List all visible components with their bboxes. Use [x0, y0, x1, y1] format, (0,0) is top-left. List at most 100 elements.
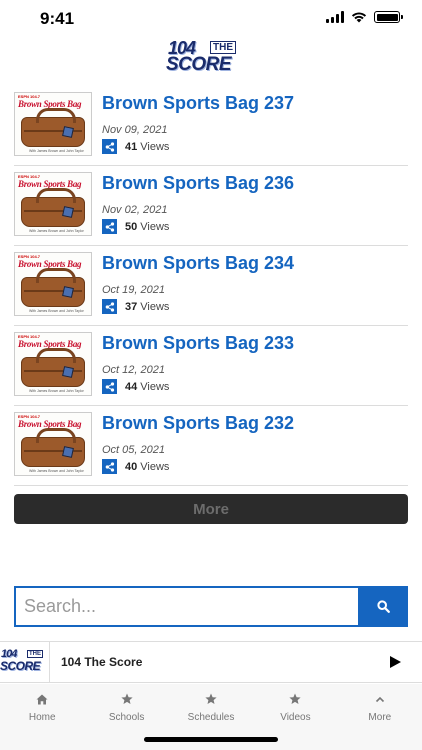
- search-button[interactable]: [358, 586, 408, 627]
- episode-title[interactable]: Brown Sports Bag 236: [102, 172, 408, 194]
- play-button[interactable]: [380, 647, 410, 677]
- episode-title[interactable]: Brown Sports Bag 233: [102, 332, 408, 354]
- star-icon: [289, 693, 302, 704]
- bag-tag: [62, 286, 74, 298]
- list-item[interactable]: ESPN 104.7 Brown Sports Bag With James B…: [14, 406, 408, 486]
- cellular-signal-icon: [326, 11, 344, 23]
- list-item[interactable]: ESPN 104.7 Brown Sports Bag With James B…: [14, 86, 408, 166]
- search-input[interactable]: [14, 586, 358, 627]
- thumbnail-caption: With James Brown and John Taylor: [29, 309, 84, 313]
- episode-thumbnail[interactable]: ESPN 104.7 Brown Sports Bag With James B…: [14, 92, 92, 156]
- status-bar: 9:41: [0, 0, 422, 36]
- home-icon: [36, 694, 48, 704]
- thumbnail-caption: With James Brown and John Taylor: [29, 149, 84, 153]
- logo-score: SCORE: [0, 658, 41, 673]
- episode-title[interactable]: Brown Sports Bag 234: [102, 252, 408, 274]
- views-count: 37: [125, 300, 138, 313]
- thumbnail-caption: With James Brown and John Taylor: [29, 469, 84, 473]
- battery-icon: [374, 11, 403, 23]
- bag-tag: [62, 206, 74, 218]
- bag-image: [21, 268, 85, 307]
- bag-image: [21, 108, 85, 147]
- episode-date: Oct 12, 2021: [102, 364, 165, 376]
- tab-home[interactable]: Home: [0, 684, 84, 750]
- share-icon: [105, 381, 114, 392]
- app-header: 104 THE SCORE: [0, 36, 422, 80]
- more-button[interactable]: More: [14, 494, 408, 524]
- audio-player-bar[interactable]: 104 THE SCORE 104 The Score: [0, 641, 422, 683]
- wifi-icon: [351, 12, 367, 23]
- share-button[interactable]: [102, 139, 117, 154]
- episode-info: Brown Sports Bag 232 Oct 05, 2021 40 Vie…: [102, 412, 408, 485]
- episode-title[interactable]: Brown Sports Bag 232: [102, 412, 408, 434]
- episode-title[interactable]: Brown Sports Bag 237: [102, 92, 408, 114]
- search-icon: [376, 600, 390, 613]
- bag-image: [21, 348, 85, 387]
- logo-the: THE: [210, 41, 236, 54]
- share-button[interactable]: [102, 219, 117, 234]
- episode-thumbnail[interactable]: ESPN 104.7 Brown Sports Bag With James B…: [14, 332, 92, 396]
- share-icon: [105, 301, 114, 312]
- share-button[interactable]: [102, 299, 117, 314]
- views-count: 41: [125, 140, 138, 153]
- share-icon: [105, 461, 114, 472]
- logo-the: THE: [27, 649, 43, 658]
- share-button[interactable]: [102, 379, 117, 394]
- episode-views: 40 Views: [102, 459, 408, 474]
- share-icon: [105, 141, 114, 152]
- views-label: Views: [140, 380, 170, 393]
- views-count: 50: [125, 220, 138, 233]
- episode-info: Brown Sports Bag 234 Oct 19, 2021 37 Vie…: [102, 252, 408, 325]
- episode-info: Brown Sports Bag 236 Nov 02, 2021 50 Vie…: [102, 172, 408, 245]
- status-icons: [326, 11, 403, 23]
- play-icon: [389, 656, 401, 668]
- episode-info: Brown Sports Bag 237 Nov 09, 2021 41 Vie…: [102, 92, 408, 165]
- tab-label: Schedules: [187, 712, 235, 723]
- share-button[interactable]: [102, 459, 117, 474]
- tab-more[interactable]: More: [338, 684, 422, 750]
- share-icon: [105, 221, 114, 232]
- episode-views: 37 Views: [102, 299, 408, 314]
- star-icon: [205, 693, 217, 704]
- list-item[interactable]: ESPN 104.7 Brown Sports Bag With James B…: [14, 246, 408, 326]
- episode-thumbnail[interactable]: ESPN 104.7 Brown Sports Bag With James B…: [14, 252, 92, 316]
- episode-views: 44 Views: [102, 379, 408, 394]
- episode-info: Brown Sports Bag 233 Oct 12, 2021 44 Vie…: [102, 332, 408, 405]
- tab-label: Schools: [108, 712, 145, 723]
- thumbnail-caption: With James Brown and John Taylor: [29, 229, 84, 233]
- bag-image: [21, 428, 85, 467]
- thumbnail-caption: With James Brown and John Taylor: [29, 389, 84, 393]
- tab-label: More: [368, 712, 392, 723]
- status-time: 9:41: [40, 9, 75, 28]
- episode-date: Nov 09, 2021: [102, 124, 168, 136]
- tab-label: Videos: [280, 712, 311, 723]
- views-count: 40: [125, 460, 138, 473]
- views-label: Views: [140, 220, 170, 233]
- episode-date: Oct 05, 2021: [102, 444, 165, 456]
- bag-image: [21, 188, 85, 227]
- views-count: 44: [125, 380, 138, 393]
- bag-tag: [62, 446, 74, 458]
- episode-views: 41 Views: [102, 139, 408, 154]
- tab-label: Home: [28, 712, 56, 723]
- search-bar: [14, 586, 408, 627]
- station-logo: 104 THE SCORE: [166, 38, 256, 78]
- bag-tag: [62, 366, 74, 378]
- list-item[interactable]: ESPN 104.7 Brown Sports Bag With James B…: [14, 326, 408, 406]
- chevron-up-icon: [375, 696, 384, 702]
- player-station-logo: 104 THE SCORE: [0, 641, 50, 683]
- tab-bar: Home Schools Schedules Videos More: [0, 684, 422, 750]
- player-station-name: 104 The Score: [61, 655, 143, 669]
- views-label: Views: [140, 460, 170, 473]
- views-label: Views: [140, 300, 170, 313]
- episode-thumbnail[interactable]: ESPN 104.7 Brown Sports Bag With James B…: [14, 412, 92, 476]
- views-label: Views: [140, 140, 170, 153]
- episode-list: ESPN 104.7 Brown Sports Bag With James B…: [14, 86, 408, 486]
- home-indicator[interactable]: [144, 737, 278, 742]
- star-icon: [121, 693, 133, 704]
- episode-date: Nov 02, 2021: [102, 204, 168, 216]
- episode-date: Oct 19, 2021: [102, 284, 165, 296]
- episode-thumbnail[interactable]: ESPN 104.7 Brown Sports Bag With James B…: [14, 172, 92, 236]
- list-item[interactable]: ESPN 104.7 Brown Sports Bag With James B…: [14, 166, 408, 246]
- bag-tag: [62, 126, 74, 138]
